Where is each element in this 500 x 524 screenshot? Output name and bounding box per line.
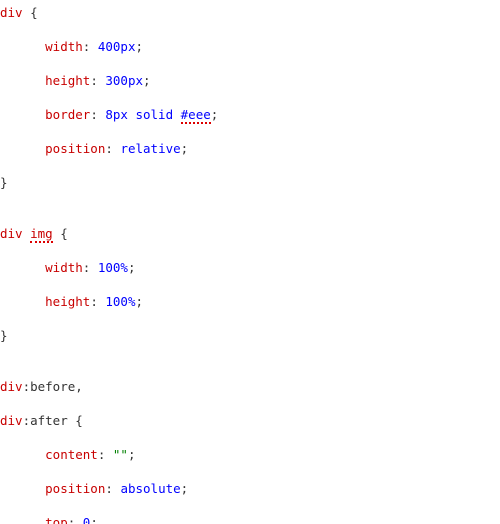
token-sel: div — [0, 5, 23, 20]
selector-line: div { — [0, 4, 500, 21]
token-num: 400px — [98, 39, 136, 54]
declaration-line: position: absolute; — [0, 480, 500, 497]
token-p: : — [98, 447, 113, 462]
token-sel: div — [0, 379, 23, 394]
token-prop: top — [45, 515, 68, 524]
close-brace-line: } — [0, 174, 500, 191]
declaration-line: height: 300px; — [0, 72, 500, 89]
token-p: : — [90, 73, 105, 88]
token-prop: content — [45, 447, 98, 462]
token-p: ; — [128, 260, 136, 275]
token-prop: height — [45, 294, 90, 309]
declaration-line: height: 100%; — [0, 293, 500, 310]
token-p: ; — [181, 481, 189, 496]
token-p: : — [105, 141, 120, 156]
token-num: 100% — [98, 260, 128, 275]
token-kw: solid — [135, 107, 173, 122]
token-p: ; — [128, 447, 136, 462]
token-p: ; — [136, 39, 144, 54]
token-p: :after { — [23, 413, 83, 428]
token-p: : — [83, 260, 98, 275]
token-p: : — [68, 515, 83, 524]
token-p: :before, — [23, 379, 83, 394]
token-p: : — [90, 107, 105, 122]
token-prop: position — [45, 141, 105, 156]
token-p: ; — [181, 141, 189, 156]
declaration-line: width: 100%; — [0, 259, 500, 276]
token-p: { — [53, 226, 68, 241]
token-p: ; — [211, 107, 219, 122]
token-hex: #eee — [181, 107, 211, 124]
close-brace-line: } — [0, 327, 500, 344]
token-num: 100% — [105, 294, 135, 309]
selector-line: div:after { — [0, 412, 500, 429]
token-p — [23, 226, 31, 241]
token-p: ; — [135, 294, 143, 309]
token-kw: relative — [120, 141, 180, 156]
token-sel: div — [0, 226, 23, 241]
token-p: : — [105, 481, 120, 496]
declaration-line: position: relative; — [0, 140, 500, 157]
token-p: ; — [143, 73, 151, 88]
selector-line: div:before, — [0, 378, 500, 395]
declaration-line: width: 400px; — [0, 38, 500, 55]
declaration-line: content: ""; — [0, 446, 500, 463]
token-kw: absolute — [120, 481, 180, 496]
css-code-block: div { width: 400px; height: 300px; borde… — [0, 0, 500, 524]
selector-line: div img { — [0, 225, 500, 242]
declaration-line: border: 8px solid #eee; — [0, 106, 500, 123]
token-prop: border — [45, 107, 90, 122]
token-p: : — [83, 39, 98, 54]
token-prop: height — [45, 73, 90, 88]
token-prop: position — [45, 481, 105, 496]
token-p: { — [23, 5, 38, 20]
token-prop: width — [45, 39, 83, 54]
token-sel: div — [0, 413, 23, 428]
token-p: } — [0, 175, 8, 190]
token-p: } — [0, 328, 8, 343]
token-p — [173, 107, 181, 122]
token-num: 8px — [105, 107, 128, 122]
token-p: ; — [90, 515, 98, 524]
token-num: 300px — [105, 73, 143, 88]
token-prop: width — [45, 260, 83, 275]
token-p: : — [90, 294, 105, 309]
token-sel: img — [30, 226, 53, 243]
token-str: "" — [113, 447, 128, 462]
declaration-line: top: 0; — [0, 514, 500, 524]
